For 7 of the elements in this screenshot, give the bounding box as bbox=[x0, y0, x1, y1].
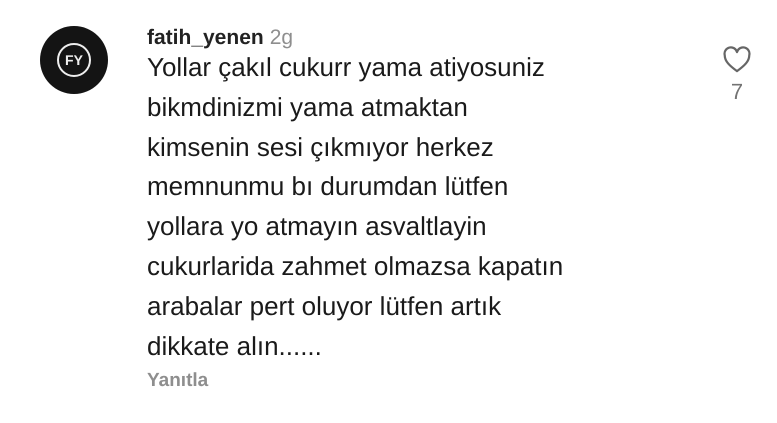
avatar[interactable]: FY bbox=[40, 26, 108, 94]
comment-text: Yollar çakıl cukurr yama atiyosuniz bikmdinizmi yama atmaktan kimsenin sesi çıkmıyor herkez memnunmu bı durumdan lütfen yollara yo atmayın asvaltlayin cukurlarida zahmet olmazsa kapatın arabalar pert oluyor lütfen artık dikkate alın...... bbox=[147, 51, 564, 363]
username[interactable]: fatih_yenen bbox=[147, 26, 264, 50]
comment-time: 2g bbox=[270, 26, 294, 50]
heart-icon[interactable] bbox=[722, 46, 752, 73]
like-count: 7 bbox=[730, 79, 744, 105]
avatar-initials: FY bbox=[57, 43, 91, 77]
